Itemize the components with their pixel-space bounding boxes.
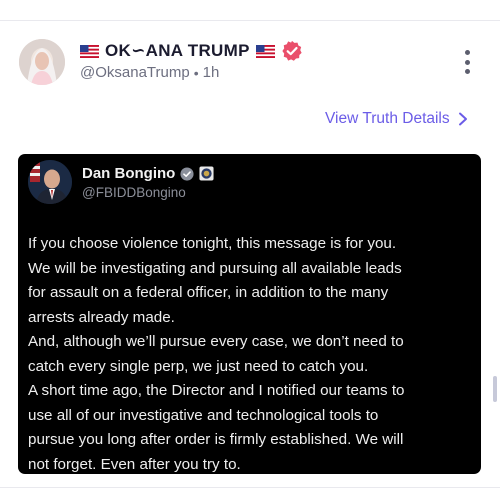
fbi-seal-icon bbox=[199, 166, 214, 181]
us-flag-icon bbox=[80, 44, 99, 58]
embedded-paragraph: And, although we’ll pursue every case, w… bbox=[28, 333, 404, 375]
scrollbar-thumb[interactable] bbox=[493, 376, 497, 402]
view-truth-details-link[interactable]: View Truth Details bbox=[325, 110, 468, 128]
top-divider bbox=[0, 20, 500, 21]
display-name-text[interactable]: OK∽ANA TRUMP bbox=[105, 41, 250, 61]
view-truth-details-label[interactable]: View Truth Details bbox=[325, 110, 450, 128]
avatar[interactable] bbox=[19, 39, 65, 85]
embedded-paragraph: If you choose violence tonight, this mes… bbox=[28, 235, 402, 326]
post-time[interactable]: 1h bbox=[203, 64, 220, 81]
embedded-paragraph: A short time ago, the Director and I not… bbox=[28, 382, 405, 473]
us-flag-icon bbox=[255, 44, 275, 58]
embedded-post-image[interactable]: Dan Bongino @FBIDDBongino If you choose … bbox=[18, 154, 481, 474]
x-verified-icon bbox=[180, 166, 194, 181]
more-vertical-icon[interactable] bbox=[460, 50, 474, 74]
embedded-handle: @FBIDDBongino bbox=[82, 185, 186, 200]
chevron-right-icon bbox=[458, 112, 468, 126]
embedded-post-body: If you choose violence tonight, this mes… bbox=[28, 232, 473, 477]
verified-badge-icon bbox=[281, 40, 303, 62]
meta-separator: • bbox=[193, 64, 199, 81]
embedded-avatar bbox=[28, 160, 72, 204]
handle[interactable]: @OksanaTrump bbox=[80, 64, 190, 81]
embedded-author: Dan Bongino bbox=[82, 165, 214, 182]
bottom-divider bbox=[0, 487, 500, 488]
display-name[interactable]: OK∽ANA TRUMP bbox=[80, 40, 303, 62]
embedded-author-name: Dan Bongino bbox=[82, 165, 176, 182]
post-meta: @OksanaTrump • 1h bbox=[80, 64, 219, 81]
